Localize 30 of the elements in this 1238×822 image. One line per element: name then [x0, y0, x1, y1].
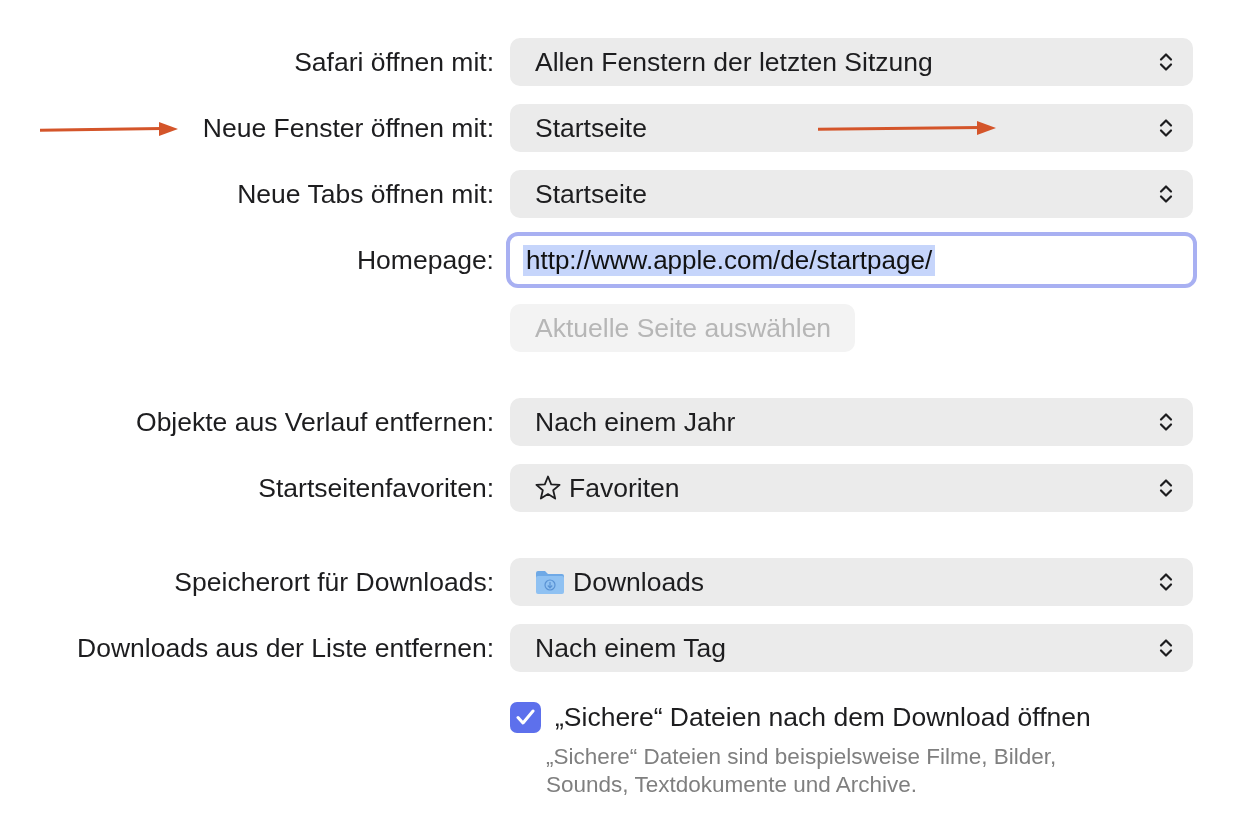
homepage-field[interactable]: http://www.apple.com/de/startpage/: [506, 232, 1197, 288]
dropdown[interactable]: Allen Fenstern der letzten Sitzung: [510, 38, 1193, 86]
checkbox-label: „Sichere“ Dateien nach dem Download öffnen: [555, 701, 1091, 733]
up-down-chevron-icon: [1159, 117, 1173, 139]
field-label: Neue Tabs öffnen mit:: [237, 178, 494, 210]
dropdown[interactable]: Startseite: [510, 104, 1193, 152]
up-down-chevron-icon: [1159, 637, 1173, 659]
dropdown[interactable]: Favoriten: [510, 464, 1193, 512]
field-label: Neue Fenster öffnen mit:: [202, 112, 494, 144]
star-icon: [535, 475, 561, 501]
checkbox[interactable]: [510, 701, 541, 733]
field-label: Speicherort für Downloads:: [174, 566, 494, 598]
field-label: Homepage:: [357, 244, 494, 276]
dropdown[interactable]: Downloads: [510, 558, 1193, 606]
up-down-chevron-icon: [1159, 477, 1173, 499]
up-down-chevron-icon: [1159, 571, 1173, 593]
checkmark-icon: [516, 709, 535, 725]
up-down-chevron-icon: [1159, 411, 1173, 433]
up-down-chevron-icon: [1159, 183, 1173, 205]
field-value: http://www.apple.com/de/startpage/: [523, 244, 936, 276]
folder-icon: [535, 569, 565, 595]
help-text: „Sichere“ Dateien sind beispielsweise Filme, Bilder, Sounds, Textdokumente und Archive.: [546, 743, 1058, 799]
dropdown[interactable]: Nach einem Jahr: [510, 398, 1193, 446]
dropdown[interactable]: Nach einem Tag: [510, 624, 1193, 672]
field-label: Objekte aus Verlauf entfernen:: [136, 406, 494, 438]
field-label: Safari öffnen mit:: [294, 46, 494, 78]
field-label: Downloads aus der Liste entfernen:: [77, 632, 494, 664]
up-down-chevron-icon: [1159, 51, 1173, 73]
field-label: Startseitenfavoriten:: [258, 472, 494, 504]
dropdown[interactable]: Startseite: [510, 170, 1193, 218]
